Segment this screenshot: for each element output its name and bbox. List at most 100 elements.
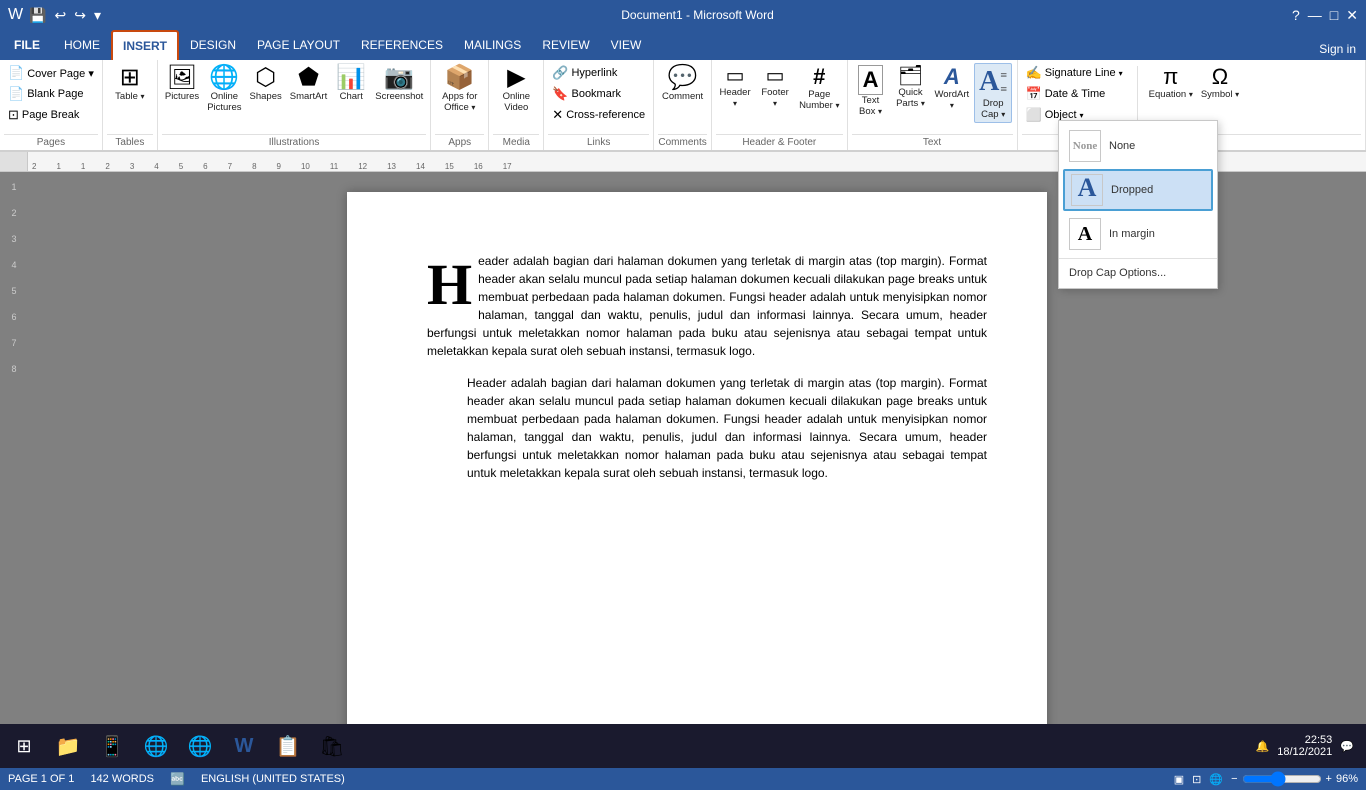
date-time-btn[interactable]: 📅 Date & Time xyxy=(1022,84,1127,104)
wordart-icon: A xyxy=(944,65,960,89)
header-footer-group-label: Header & Footer xyxy=(716,134,842,150)
maximize-btn[interactable]: □ xyxy=(1330,7,1338,23)
wordart-btn[interactable]: A WordArt▾ xyxy=(932,63,973,113)
header-btn[interactable]: ▭ Header▾ xyxy=(716,63,754,111)
drop-cap-dropped-item[interactable]: A Dropped xyxy=(1063,169,1213,211)
cross-reference-btn[interactable]: ✕ Cross-reference xyxy=(548,105,649,125)
chrome2-btn[interactable]: 🌐 xyxy=(180,727,220,765)
ribbon-group-links: 🔗 Hyperlink 🔖 Bookmark ✕ Cross-reference… xyxy=(544,60,654,150)
zoom-level: 96% xyxy=(1336,773,1358,785)
title-bar: W 💾 ↩ ↪ ▾ Document1 - Microsoft Word ? —… xyxy=(0,0,1366,30)
ribbon-group-pages: 📄 Cover Page ▾ 📄 Blank Page ⊡ Page Break… xyxy=(0,60,103,150)
zoom-out-icon[interactable]: − xyxy=(1231,773,1237,785)
drop-cap-none-icon: None xyxy=(1069,130,1101,162)
ribbon-group-media: ▶ OnlineVideo Media xyxy=(489,60,544,150)
view-web-icon[interactable]: 🌐 xyxy=(1209,773,1223,786)
drop-cap-in-margin-item[interactable]: A In margin xyxy=(1059,213,1217,255)
cover-page-btn[interactable]: 📄 Cover Page ▾ xyxy=(4,63,98,83)
links-group-label: Links xyxy=(548,134,649,150)
close-btn[interactable]: ✕ xyxy=(1346,7,1358,24)
zoom-control[interactable]: − + 96% xyxy=(1231,771,1358,787)
view-full-icon[interactable]: ⊡ xyxy=(1192,773,1201,786)
tables-group-label: Tables xyxy=(107,134,153,150)
paragraph-2: Header adalah bagian dari halaman dokume… xyxy=(467,374,987,482)
zoom-in-icon[interactable]: + xyxy=(1326,773,1332,785)
whatsapp-btn[interactable]: 📱 xyxy=(92,727,132,765)
zoom-slider-input[interactable] xyxy=(1242,771,1322,787)
paragraph-1: H eader adalah bagian dari halaman dokum… xyxy=(427,252,987,360)
ribbon-group-illustrations: 🖼 Pictures 🌐 OnlinePictures ⬡ Shapes ⬟ S… xyxy=(158,60,431,150)
drop-cap-dropdown: None None A Dropped A In margin Drop Cap… xyxy=(1058,120,1218,289)
save-qa-btn[interactable]: 💾 xyxy=(27,5,48,26)
comment-icon: 💬 xyxy=(668,65,698,91)
chrome-btn[interactable]: 🌐 xyxy=(136,727,176,765)
tab-home[interactable]: HOME xyxy=(54,30,110,60)
ribbon-group-tables: ⊞ Table ▾ Tables xyxy=(103,60,158,150)
shapes-btn[interactable]: ⬡ Shapes xyxy=(247,63,285,104)
smartart-icon: ⬟ xyxy=(298,65,319,91)
table-btn[interactable]: ⊞ Table ▾ xyxy=(111,63,149,104)
tab-page-layout[interactable]: PAGE LAYOUT xyxy=(247,30,350,60)
pictures-btn[interactable]: 🖼 Pictures xyxy=(162,63,202,104)
comment-btn[interactable]: 💬 Comment xyxy=(659,63,706,104)
task-btn[interactable]: 📋 xyxy=(268,727,308,765)
online-video-btn[interactable]: ▶ OnlineVideo xyxy=(497,63,535,115)
text-box-btn[interactable]: A TextBox ▾ xyxy=(852,63,890,119)
notification-icon[interactable]: 🔔 xyxy=(1256,740,1270,753)
footer-icon: ▭ xyxy=(766,65,785,87)
sign-in-btn[interactable]: Sign in xyxy=(1309,38,1366,60)
signature-line-btn[interactable]: ✍ Signature Line ▾ xyxy=(1022,63,1127,83)
word-page[interactable]: H eader adalah bagian dari halaman dokum… xyxy=(347,192,1047,768)
page-break-btn[interactable]: ⊡ Page Break xyxy=(4,105,98,125)
apps-for-office-btn[interactable]: 📦 Apps forOffice ▾ xyxy=(439,63,480,115)
file-explorer-btn[interactable]: 📁 xyxy=(48,727,88,765)
bookmark-btn[interactable]: 🔖 Bookmark xyxy=(548,84,625,104)
drop-cap-dropped-icon: A xyxy=(1071,174,1103,206)
page-number-btn[interactable]: # PageNumber ▾ xyxy=(796,63,842,113)
online-pictures-btn[interactable]: 🌐 OnlinePictures xyxy=(204,63,244,115)
footer-btn[interactable]: ▭ Footer▾ xyxy=(756,63,794,111)
blank-page-btn[interactable]: 📄 Blank Page xyxy=(4,84,98,104)
drop-cap-btn[interactable]: A ≡≡ DropCap ▾ xyxy=(974,63,1012,123)
title-bar-right: ? — □ ✕ xyxy=(1292,7,1358,24)
customize-qa-btn[interactable]: ▾ xyxy=(92,5,103,26)
quick-parts-btn[interactable]: 🗂 QuickParts ▾ xyxy=(892,63,930,111)
drop-cap-none-item[interactable]: None None xyxy=(1059,125,1217,167)
equation-btn[interactable]: π Equation ▾ xyxy=(1146,63,1196,102)
language: ENGLISH (UNITED STATES) xyxy=(201,773,345,785)
illustrations-group-label: Illustrations xyxy=(162,134,426,150)
smartart-btn[interactable]: ⬟ SmartArt xyxy=(287,63,330,104)
view-print-icon[interactable]: ▣ xyxy=(1174,773,1184,786)
notification-panel-icon[interactable]: 💬 xyxy=(1340,740,1354,753)
chart-btn[interactable]: 📊 Chart xyxy=(332,63,370,104)
quick-access-toolbar: 💾 ↩ ↪ ▾ xyxy=(27,5,103,26)
word-count: 142 WORDS xyxy=(90,773,154,785)
tab-review[interactable]: REVIEW xyxy=(532,30,599,60)
tab-insert[interactable]: INSERT xyxy=(111,30,179,60)
store-btn[interactable]: 🛍 xyxy=(312,727,352,765)
redo-qa-btn[interactable]: ↪ xyxy=(72,5,88,26)
start-btn[interactable]: ⊞ xyxy=(4,727,44,765)
drop-cap-options-item[interactable]: Drop Cap Options... xyxy=(1059,262,1217,284)
tab-file[interactable]: FILE xyxy=(0,30,54,60)
equation-icon: π xyxy=(1163,65,1178,89)
tab-references[interactable]: REFERENCES xyxy=(351,30,453,60)
symbol-btn[interactable]: Ω Symbol ▾ xyxy=(1198,63,1242,102)
tab-design[interactable]: DESIGN xyxy=(180,30,246,60)
text-box-icon: A xyxy=(858,65,884,95)
header-icon: ▭ xyxy=(726,65,745,87)
hyperlink-btn[interactable]: 🔗 Hyperlink xyxy=(548,63,621,83)
tab-view[interactable]: VIEW xyxy=(601,30,652,60)
vertical-ruler: 12345678 xyxy=(0,172,28,768)
apps-group-label: Apps xyxy=(435,134,484,150)
page-number-icon: # xyxy=(813,65,825,89)
drop-cap-icon: A xyxy=(979,66,999,98)
help-btn[interactable]: ? xyxy=(1292,7,1300,23)
media-group-label: Media xyxy=(493,134,539,150)
word-taskbar-btn[interactable]: W xyxy=(224,727,264,765)
tab-mailings[interactable]: MAILINGS xyxy=(454,30,531,60)
page-count: PAGE 1 OF 1 xyxy=(8,773,74,785)
undo-qa-btn[interactable]: ↩ xyxy=(53,5,69,26)
minimize-btn[interactable]: — xyxy=(1308,7,1322,23)
screenshot-btn[interactable]: 📷 Screenshot xyxy=(372,63,426,104)
